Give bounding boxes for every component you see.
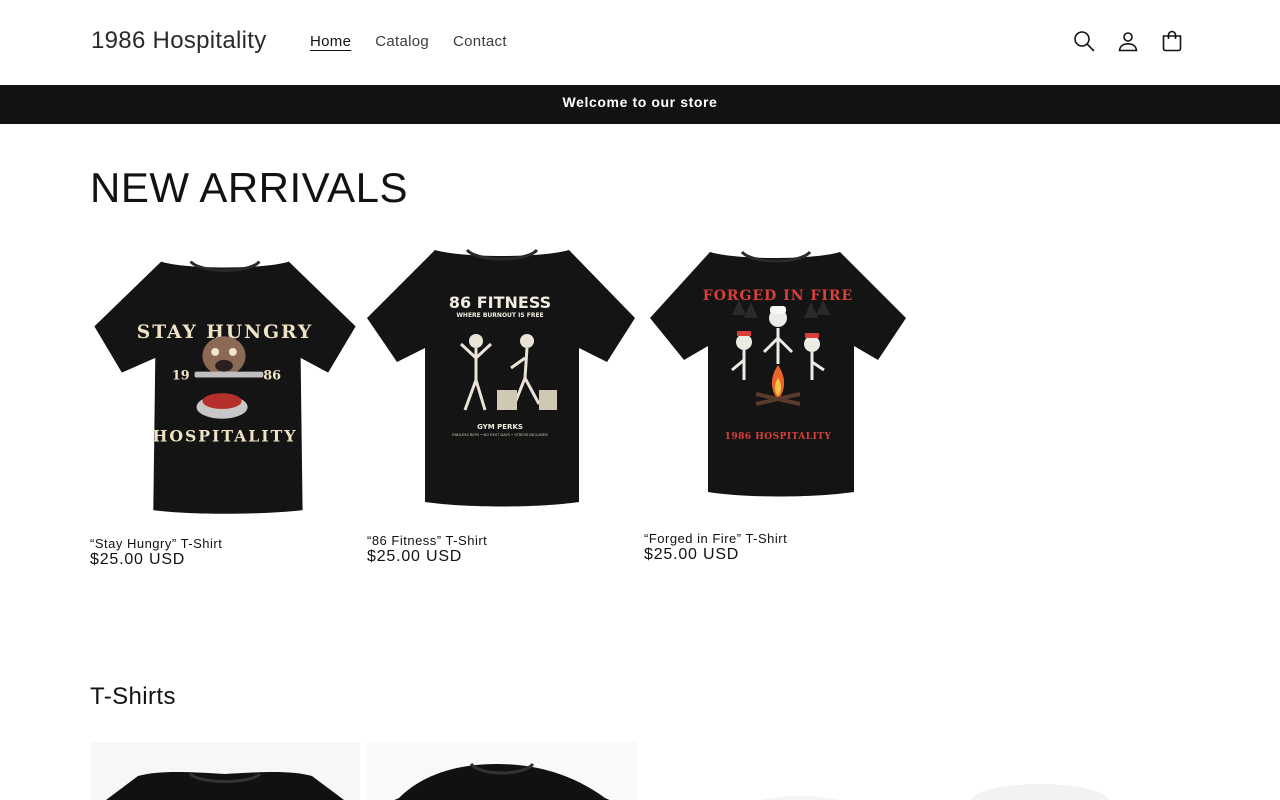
product-card[interactable]: STAY HUNGRY 19 86 HOSPITALITY “Stay Hung… <box>90 240 360 568</box>
product-title[interactable]: “86 Fitness” T-Shirt <box>367 533 487 548</box>
print-left-text: 19 <box>172 368 190 383</box>
product-image[interactable] <box>940 742 1140 800</box>
new-arrivals-heading: NEW ARRIVALS <box>90 164 408 211</box>
search-icon[interactable] <box>1072 29 1096 53</box>
product-price: $25.00 USD <box>90 551 186 568</box>
cart-icon[interactable] <box>1160 29 1184 53</box>
product-image[interactable]: 86 FITNESS WHERE BURNOUT IS FREE GYM PER… <box>367 240 637 515</box>
product-card[interactable]: FORGED IN FIRE 1986 HOSPITALITY “Forged … <box>644 240 914 563</box>
product-image[interactable] <box>700 742 900 800</box>
product-image[interactable] <box>367 742 637 800</box>
product-image[interactable]: FORGED IN FIRE 1986 HOSPITALITY <box>644 240 914 515</box>
product-title[interactable]: “Forged in Fire” T-Shirt <box>644 531 787 546</box>
announcement-bar: Welcome to our store <box>0 85 1280 124</box>
product-price: $25.00 USD <box>367 548 463 565</box>
print-right-text: 86 <box>263 368 281 383</box>
account-icon[interactable] <box>1116 29 1140 53</box>
nav-home[interactable]: Home <box>310 33 351 50</box>
product-card[interactable]: 86 FITNESS WHERE BURNOUT IS FREE GYM PER… <box>367 240 637 565</box>
print-mid-text: GYM PERKS <box>477 423 523 431</box>
product-title[interactable]: “Stay Hungry” T-Shirt <box>90 536 222 551</box>
product-image[interactable]: STAY HUNGRY 19 86 HOSPITALITY <box>90 240 360 515</box>
nav-catalog[interactable]: Catalog <box>375 33 429 50</box>
print-small-text: ENDLESS REPS • NO REST DAYS • STRESS INC… <box>452 433 548 437</box>
print-title-text: 86 FITNESS <box>449 293 551 312</box>
nav-contact[interactable]: Contact <box>453 33 507 50</box>
site-header: 1986 Hospitality Home Catalog Contact <box>0 0 1280 85</box>
product-price: $25.00 USD <box>644 546 740 563</box>
print-bottom-text: HOSPITALITY <box>153 426 298 445</box>
brand-logo-link[interactable]: 1986 Hospitality <box>91 27 267 55</box>
print-bottom-text: 1986 HOSPITALITY <box>725 432 832 442</box>
header-icons <box>1072 29 1184 53</box>
print-subtitle-text: WHERE BURNOUT IS FREE <box>456 312 543 319</box>
product-image[interactable] <box>90 742 360 800</box>
tshirts-heading: T-Shirts <box>90 683 176 710</box>
main-nav: Home Catalog Contact <box>310 33 507 50</box>
print-title-text: FORGED IN FIRE <box>703 288 853 304</box>
